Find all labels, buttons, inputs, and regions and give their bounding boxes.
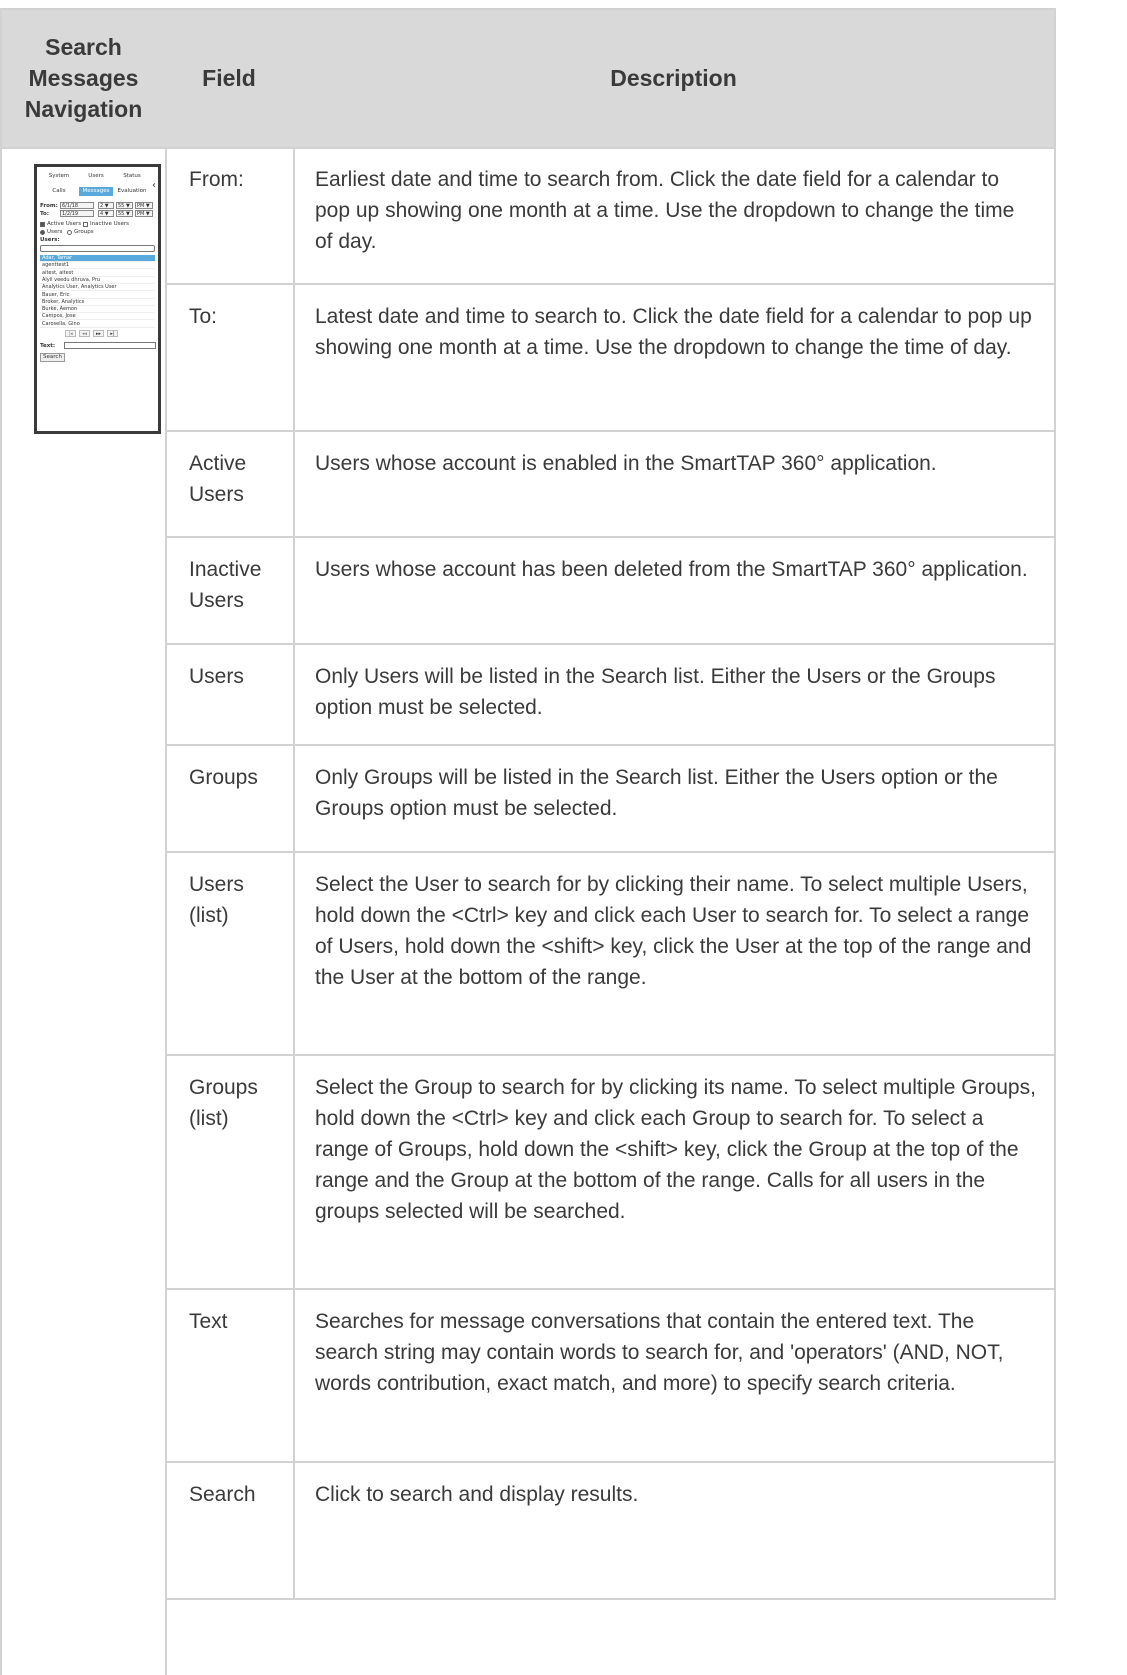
tab-status[interactable]: Status bbox=[115, 173, 149, 180]
field-cell: Groups (list) bbox=[165, 1056, 295, 1290]
pager-next-button[interactable]: ▸▸ bbox=[93, 330, 104, 337]
tab-messages[interactable]: Messages bbox=[79, 187, 113, 196]
description-cell: Latest date and time to search to. Click… bbox=[293, 285, 1056, 432]
to-label: To: bbox=[40, 211, 49, 217]
field-cell: Active Users bbox=[165, 432, 295, 538]
user-list-item[interactable]: Broker, Analytics bbox=[40, 299, 155, 306]
field-cell: Users bbox=[165, 645, 295, 746]
description-cell: Select the Group to search for by clicki… bbox=[293, 1056, 1056, 1290]
to-minute-select[interactable]: 55 ▼ bbox=[116, 210, 133, 217]
description-cell: Click to search and display results. bbox=[293, 1463, 1056, 1600]
field-cell: Users (list) bbox=[165, 853, 295, 1056]
to-ampm-select[interactable]: PM ▼ bbox=[135, 210, 153, 217]
search-button[interactable]: Search bbox=[40, 353, 65, 362]
field-cell: Search bbox=[165, 1463, 295, 1600]
inactive-users-label: Inactive Users bbox=[90, 221, 129, 227]
users-radio-label: Users bbox=[47, 229, 63, 235]
tab-users[interactable]: Users bbox=[79, 173, 113, 180]
description-column-header: Description bbox=[293, 8, 1056, 149]
description-cell: Earliest date and time to search from. C… bbox=[293, 148, 1056, 285]
user-list-item[interactable]: agenttest1 bbox=[40, 262, 155, 270]
user-filter-input[interactable] bbox=[40, 245, 155, 252]
description-cell: Users whose account is enabled in the Sm… bbox=[293, 432, 1056, 538]
nav-column-header: Search Messages Navigation bbox=[0, 8, 167, 149]
description-cell: Only Users will be listed in the Search … bbox=[293, 645, 1056, 746]
description-cell: Users whose account has been deleted fro… bbox=[293, 538, 1056, 645]
field-cell: Inactive Users bbox=[165, 538, 295, 645]
from-hour-select[interactable]: 2 ▼ bbox=[98, 202, 114, 209]
search-messages-table: Search Messages Navigation Field Descrip… bbox=[0, 0, 1056, 1675]
to-date-field[interactable]: 1/2/19 bbox=[60, 210, 94, 217]
text-label: Text: bbox=[40, 343, 56, 349]
from-date-field[interactable]: 6/1/18 bbox=[60, 202, 94, 209]
user-list-item[interactable]: Campos, Jose bbox=[40, 313, 155, 321]
field-cell: From: bbox=[165, 148, 295, 285]
to-hour-select[interactable]: 4 ▼ bbox=[98, 210, 114, 217]
tab-evaluation[interactable]: Evaluation bbox=[115, 188, 149, 195]
from-label: From: bbox=[40, 203, 58, 209]
text-search-input[interactable] bbox=[64, 342, 156, 349]
pager-first-button[interactable]: |◂ bbox=[65, 330, 76, 337]
description-cell: Select the User to search for by clickin… bbox=[293, 853, 1056, 1056]
from-ampm-select[interactable]: PM ▼ bbox=[135, 202, 153, 209]
user-list-item[interactable]: aitest, aitest bbox=[40, 270, 155, 277]
description-cell: Only Groups will be listed in the Search… bbox=[293, 746, 1056, 853]
collapse-chevron-icon[interactable]: ‹ bbox=[152, 181, 156, 191]
user-list-item[interactable]: Bauer, Eric bbox=[40, 292, 155, 299]
user-list-item[interactable]: Alyil veedu dhruva, Pru bbox=[40, 277, 155, 284]
inactive-users-checkbox[interactable] bbox=[83, 222, 88, 227]
active-users-checkbox[interactable] bbox=[40, 222, 45, 227]
pager-last-button[interactable]: ▸| bbox=[107, 330, 118, 337]
tab-system[interactable]: System bbox=[41, 173, 77, 180]
user-list-item[interactable]: Carosella, Gino bbox=[40, 321, 155, 328]
active-users-label: Active Users bbox=[47, 221, 82, 227]
field-cell: Text bbox=[165, 1290, 295, 1463]
user-list-item[interactable]: Burke, Aemon bbox=[40, 306, 155, 314]
users-heading: Users: bbox=[40, 237, 60, 243]
tab-calls[interactable]: Calls bbox=[41, 188, 77, 195]
groups-radio-label: Groups bbox=[74, 229, 94, 235]
groups-radio[interactable] bbox=[67, 230, 72, 235]
user-list-item[interactable]: Adar, Tamar bbox=[40, 255, 155, 262]
pager-prev-button[interactable]: ◂◂ bbox=[79, 330, 90, 337]
description-cell: Searches for message conversations that … bbox=[293, 1290, 1056, 1463]
field-cell: To: bbox=[165, 285, 295, 432]
search-messages-panel-thumbnail: System Users Status ‹ Calls Messages Eva… bbox=[34, 164, 161, 434]
users-radio[interactable] bbox=[40, 230, 45, 235]
user-list-item[interactable]: Analytics User, Analytics User bbox=[40, 284, 155, 292]
from-minute-select[interactable]: 55 ▼ bbox=[116, 202, 133, 209]
field-column-header: Field bbox=[165, 8, 295, 149]
field-cell: Groups bbox=[165, 746, 295, 853]
